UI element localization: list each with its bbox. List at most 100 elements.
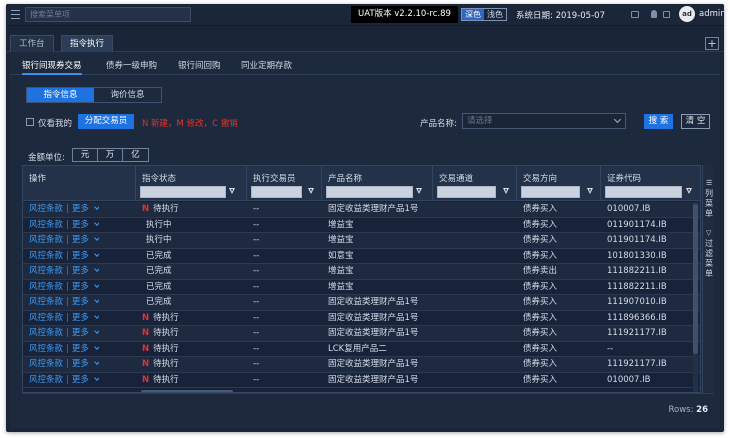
only-mine-checkbox[interactable] (26, 118, 34, 126)
chevron-down-icon[interactable] (94, 359, 99, 365)
column-header-trader[interactable]: 执行交易员 (247, 166, 322, 201)
unit-yuan-button[interactable]: 元 (73, 149, 98, 161)
more-link[interactable]: 更多 (72, 220, 89, 230)
vertical-scrollbar-thumb[interactable] (693, 204, 698, 354)
unit-wan-button[interactable]: 万 (98, 149, 123, 161)
tab-instruction-execution[interactable]: 指令执行 (61, 35, 114, 52)
subtab-interbank-bond-trading[interactable]: 银行间现券交易 (22, 59, 82, 71)
more-link[interactable]: 更多 (72, 266, 89, 276)
table-row[interactable]: 风控条款 | 更多 N 待执行 -- 固定收益类理财产品1号 债券买入 111896366.IB (23, 310, 700, 326)
risk-terms-link[interactable]: 风控条款 (29, 251, 63, 261)
add-tab-button[interactable]: + (705, 37, 719, 50)
channel-filter-input[interactable] (437, 186, 496, 198)
theme-light-button[interactable]: 浅色 (484, 9, 506, 20)
hamburger-menu-icon[interactable] (11, 10, 20, 19)
subtab-bond-primary-subscription[interactable]: 债券一级申购 (106, 59, 157, 71)
risk-terms-link[interactable]: 风控条款 (29, 220, 63, 230)
trader-filter-input[interactable] (251, 186, 302, 198)
column-header-security-code[interactable]: 证券代码 (601, 166, 700, 201)
more-link[interactable]: 更多 (72, 375, 89, 385)
menu-search-input[interactable]: 搜索菜单项 (25, 7, 191, 22)
message-icon[interactable] (631, 11, 639, 18)
table-row[interactable]: 风控条款 | 更多 执行中 -- 增益宝 债券买入 011901174.IB (23, 217, 700, 233)
table-row[interactable]: 风控条款 | 更多 N 待执行 -- 固定收益类理财产品1号 债券买入 010007.IB (23, 202, 700, 218)
risk-terms-link[interactable]: 风控条款 (29, 297, 63, 307)
theme-dark-button[interactable]: 深色 (462, 9, 484, 20)
more-link[interactable]: 更多 (72, 359, 89, 369)
column-header-direction[interactable]: 交易方向 (517, 166, 601, 201)
filter-icon[interactable] (587, 188, 593, 194)
security-code-filter-input[interactable] (605, 186, 682, 198)
risk-terms-link[interactable]: 风控条款 (29, 328, 63, 338)
table-row[interactable]: 风控条款 | 更多 N 待执行 -- 固定收益类理财产品1号 债券买入 111921177.IB (23, 357, 700, 373)
more-link[interactable]: 更多 (72, 328, 89, 338)
chevron-down-icon[interactable] (94, 219, 99, 226)
filter-icon[interactable] (416, 188, 422, 194)
more-link[interactable]: 更多 (72, 235, 89, 245)
chevron-down-icon[interactable] (94, 374, 99, 381)
filter-icon[interactable] (503, 188, 509, 194)
filter-icon[interactable] (686, 188, 692, 194)
table-row[interactable]: 风控条款 | 更多 已完成 -- 固定收益类理财产品1号 债券买入 111907010.IB (23, 295, 700, 311)
risk-terms-link[interactable]: 风控条款 (29, 282, 63, 292)
risk-terms-link[interactable]: 风控条款 (29, 375, 63, 385)
status-filter-input[interactable] (140, 186, 226, 198)
version-badge: UAT版本 v2.2.10-rc.89 (351, 6, 458, 23)
chevron-down-icon[interactable] (94, 281, 99, 288)
chevron-down-icon[interactable] (94, 250, 99, 257)
more-link[interactable]: 更多 (72, 313, 89, 323)
chevron-down-icon[interactable] (94, 343, 99, 350)
chevron-down-icon[interactable] (94, 235, 99, 241)
vertical-scrollbar[interactable] (693, 202, 698, 392)
filter-icon[interactable] (308, 188, 314, 194)
more-link[interactable]: 更多 (72, 204, 89, 214)
more-link[interactable]: 更多 (72, 282, 89, 292)
risk-terms-link[interactable]: 风控条款 (29, 266, 63, 276)
tab-workbench[interactable]: 工作台 (10, 35, 54, 52)
more-link[interactable]: 更多 (72, 251, 89, 261)
filter-icon[interactable] (229, 188, 235, 194)
top-bar: 搜索菜单项 UAT版本 v2.2.10-rc.89 深色 浅色 系统日期: 20… (6, 4, 724, 26)
filter-icon[interactable]: ▽ (706, 229, 711, 237)
table-row[interactable]: 风控条款 | 更多 N 待执行 -- 固定收益类理财产品1号 债券买入 010007.IB (23, 372, 700, 388)
risk-terms-link[interactable]: 风控条款 (29, 313, 63, 323)
unit-yi-button[interactable]: 亿 (123, 149, 148, 161)
chevron-down-icon[interactable] (94, 328, 99, 334)
clear-button[interactable]: 清 空 (681, 114, 710, 129)
lock-icon[interactable] (663, 11, 670, 18)
username[interactable]: admin (699, 9, 724, 19)
column-header-channel[interactable]: 交易通道 (433, 166, 517, 201)
more-link[interactable]: 更多 (72, 344, 89, 354)
chevron-down-icon[interactable] (94, 204, 99, 210)
avatar[interactable]: ad (679, 6, 695, 22)
risk-terms-link[interactable]: 风控条款 (29, 344, 63, 354)
subtab-interbank-term-deposit[interactable]: 同业定期存款 (241, 59, 292, 71)
bell-icon[interactable] (651, 10, 657, 18)
chevron-down-icon[interactable] (94, 312, 99, 319)
risk-terms-link[interactable]: 风控条款 (29, 359, 63, 369)
table-row[interactable]: 风控条款 | 更多 执行中 -- 增益宝 债券买入 011901174.IB (23, 233, 700, 249)
columns-icon[interactable]: ☰ (706, 179, 712, 187)
assign-trader-button[interactable]: 分配交易员 (78, 114, 134, 129)
inquiry-info-button[interactable]: 询价信息 (94, 88, 161, 102)
table-row[interactable]: 风控条款 | 更多 已完成 -- 如意宝 债券买入 101801330.IB (23, 248, 700, 264)
direction-filter-input[interactable] (521, 186, 580, 198)
instruction-info-button[interactable]: 指令信息 (27, 88, 94, 102)
subtab-interbank-repo[interactable]: 银行间回购 (178, 59, 221, 71)
product-name-select[interactable]: 请选择 (462, 113, 626, 129)
table-row[interactable]: 风控条款 | 更多 N 待执行 -- LCK复用产品二 债券买入 -- (23, 341, 700, 357)
table-row[interactable]: 风控条款 | 更多 已完成 -- 增益宝 债券买入 111882211.IB (23, 279, 700, 295)
column-header-product[interactable]: 产品名称 (322, 166, 433, 201)
chevron-down-icon[interactable] (94, 266, 99, 272)
table-row[interactable]: 风控条款 | 更多 N 待执行 -- 固定收益类理财产品1号 债券买入 111921177.IB (23, 326, 700, 342)
filter-menu-tab[interactable]: 过滤菜单 (704, 239, 714, 279)
product-filter-input[interactable] (326, 186, 413, 198)
search-button[interactable]: 搜 索 (644, 114, 673, 129)
chevron-down-icon[interactable] (94, 297, 99, 303)
more-link[interactable]: 更多 (72, 297, 89, 307)
columns-menu-tab[interactable]: 列菜单 (704, 189, 714, 219)
risk-terms-link[interactable]: 风控条款 (29, 235, 63, 245)
risk-terms-link[interactable]: 风控条款 (29, 204, 63, 214)
column-header-status[interactable]: 指令状态 (136, 166, 247, 201)
table-row[interactable]: 风控条款 | 更多 已完成 -- 增益宝 债券卖出 111882211.IB (23, 264, 700, 280)
